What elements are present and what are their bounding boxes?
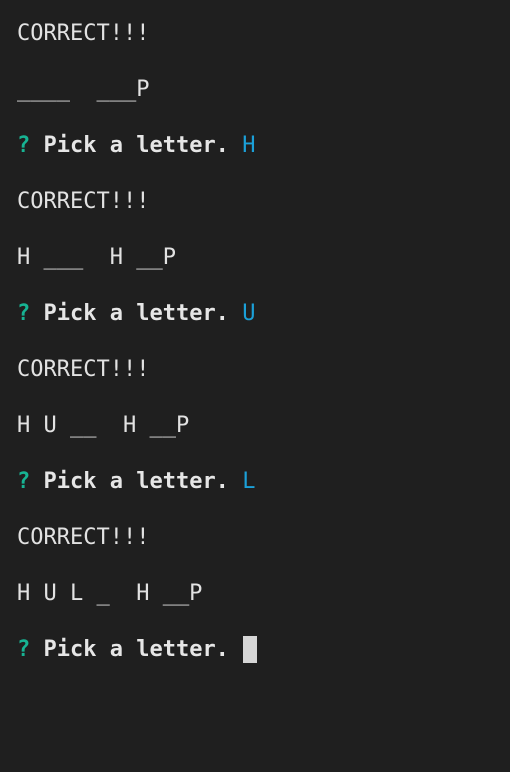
word-progress-line: H U __ H __P: [17, 413, 190, 438]
prompt-line: ? Pick a letter. H: [17, 132, 255, 160]
text-cursor: [243, 636, 258, 663]
output-line: CORRECT!!!: [17, 189, 150, 214]
prompt-text: Pick a letter.: [43, 133, 229, 158]
prompt-answer: U: [242, 301, 256, 326]
prompt-answer: L: [242, 469, 256, 494]
question-mark-icon: ?: [17, 469, 31, 494]
output-line: CORRECT!!!: [17, 357, 150, 382]
output-line: CORRECT!!!: [17, 525, 150, 550]
terminal-window[interactable]: CORRECT!!! ____ ___P ? Pick a letter. H …: [0, 0, 510, 772]
active-prompt-line[interactable]: ? Pick a letter.: [17, 636, 258, 664]
word-progress-line: H ___ H __P: [17, 245, 176, 270]
prompt-text: Pick a letter.: [43, 469, 229, 494]
prompt-line: ? Pick a letter. L: [17, 468, 255, 496]
output-line: CORRECT!!!: [17, 21, 150, 46]
question-mark-icon: ?: [17, 301, 31, 326]
prompt-line: ? Pick a letter. U: [17, 300, 255, 328]
word-progress-line: H U L _ H __P: [17, 581, 203, 606]
prompt-text: Pick a letter.: [43, 637, 229, 662]
question-mark-icon: ?: [17, 133, 31, 158]
question-mark-icon: ?: [17, 637, 31, 662]
prompt-text: Pick a letter.: [43, 301, 229, 326]
prompt-answer: H: [242, 133, 256, 158]
word-progress-line: ____ ___P: [17, 77, 150, 102]
